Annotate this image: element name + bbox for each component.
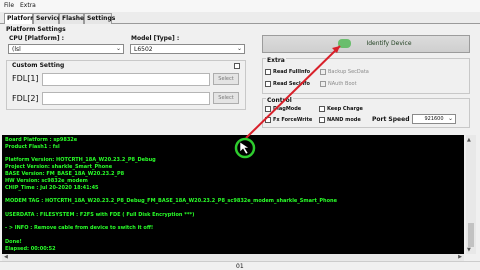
backup-secdata-checkbox[interactable] [320, 69, 326, 75]
extra-group [262, 58, 470, 94]
read-fullinfo-label: Read FullInfo [273, 69, 311, 75]
custom-setting-checkbox[interactable] [234, 63, 240, 69]
port-speed-value: 921600 [424, 116, 444, 122]
console-line: CHIP_Time : Jul 20-2020 18:41:45 [5, 184, 99, 191]
console-line: Project Version: sharkle_Smart_Phone [5, 164, 113, 171]
console-line: Product Flash1 : fsl [5, 143, 60, 150]
scroll-down-icon[interactable]: ▼ [467, 247, 471, 253]
nand-mode-label: NAND mode [327, 117, 361, 123]
scroll-left-icon[interactable]: ◀ [4, 254, 8, 260]
console-line: HW Version: sc9832e_modem [5, 177, 88, 184]
scroll-up-icon[interactable]: ▲ [467, 137, 471, 143]
console-log: Board Platform : sp9832e Product Flash1 :… [2, 135, 464, 254]
keep-charge-label: Keep Charge [327, 106, 363, 112]
control-title: Control [266, 97, 293, 104]
console-line: USERDATA : FILESYSTEM : F2FS with FDE ( … [5, 211, 195, 218]
nauth-boot-checkbox[interactable] [320, 81, 326, 87]
tab-settings[interactable]: Settings [84, 13, 115, 24]
identify-device-label: Identify Device [366, 40, 412, 47]
read-secinfo-label: Read SecInfo [273, 81, 310, 87]
fdl2-select-button[interactable]: Select [213, 92, 239, 104]
chevron-down-icon: ⌄ [236, 45, 242, 52]
console-line: Elapsed: 00:00:52 [5, 245, 56, 252]
fdl1-input[interactable] [42, 73, 210, 86]
read-secinfo-checkbox[interactable] [265, 81, 271, 87]
diagmode-checkbox[interactable] [265, 106, 271, 112]
chevron-down-icon: ⌄ [115, 45, 121, 52]
tab-flasher[interactable]: Flasher [59, 13, 87, 24]
console-line: MODEM TAG : HOTCRTH_18A_W20.23.2_P8_Debu… [5, 198, 337, 205]
status-page: 01 [236, 263, 244, 270]
tab-platform[interactable]: Platform [4, 13, 36, 24]
menu-file[interactable]: File [4, 2, 14, 9]
fdl1-select-button[interactable]: Select [213, 73, 239, 85]
console-line: Done! [5, 239, 22, 245]
fdl2-label: FDL[2] [12, 94, 39, 103]
cpu-select[interactable]: (lsl ⌄ [8, 44, 124, 54]
port-speed-select[interactable]: 921600 ⌄ [412, 114, 456, 124]
highlight-mark [338, 39, 351, 48]
tab-bar: Platform Service Flasher Settings [0, 12, 480, 24]
console-line: - > INFO : Remove cable from device to s… [5, 225, 154, 232]
cpu-value: (lsl [12, 46, 21, 53]
diagmode-label: DiagMode [273, 106, 302, 112]
console-line: BASE Version: FM_BASE_18A_W20.23.2_P8 [5, 171, 125, 177]
menu-bar: File Extra [0, 0, 480, 12]
fdl2-input[interactable] [42, 92, 210, 105]
model-value: L6502 [134, 46, 153, 53]
cpu-label: CPU [Platform] : [9, 35, 65, 42]
read-fullinfo-checkbox[interactable] [265, 69, 271, 75]
extra-title: Extra [266, 57, 286, 64]
tab-service[interactable]: Service [33, 13, 61, 24]
console-vertical-scrollbar[interactable]: ▲ ▼ [466, 135, 476, 254]
keep-charge-checkbox[interactable] [319, 106, 325, 112]
fx-forcewrite-label: Fx ForceWrite [273, 117, 313, 123]
backup-secdata-label: Backup SecData [328, 69, 369, 75]
custom-setting-title: Custom Setting [12, 62, 65, 69]
console-line: Platform Version: HOTCRTH_18A_W20.23.2_P… [5, 157, 156, 164]
chevron-down-icon: ⌄ [447, 115, 453, 122]
menu-extra[interactable]: Extra [20, 2, 36, 9]
fx-forcewrite-checkbox[interactable] [265, 117, 271, 123]
scroll-thumb[interactable] [468, 223, 474, 247]
model-select[interactable]: L6502 ⌄ [130, 44, 245, 54]
identify-device-button[interactable]: Identify Device [262, 35, 470, 53]
model-label: Model [Type] : [131, 35, 180, 42]
nand-mode-checkbox[interactable] [319, 117, 325, 123]
port-speed-label: Port Speed : [372, 116, 414, 123]
scroll-right-icon[interactable]: ▶ [458, 254, 462, 260]
status-bar: 01 [0, 261, 480, 270]
fdl1-label: FDL[1] [12, 74, 39, 83]
console-horizontal-scrollbar[interactable]: ◀ ▶ [2, 254, 464, 261]
console-line: Board Platform : sp9832e [5, 137, 78, 143]
platform-settings-title: Platform Settings [6, 26, 66, 33]
nauth-boot-label: NAuth Boot [328, 81, 357, 87]
